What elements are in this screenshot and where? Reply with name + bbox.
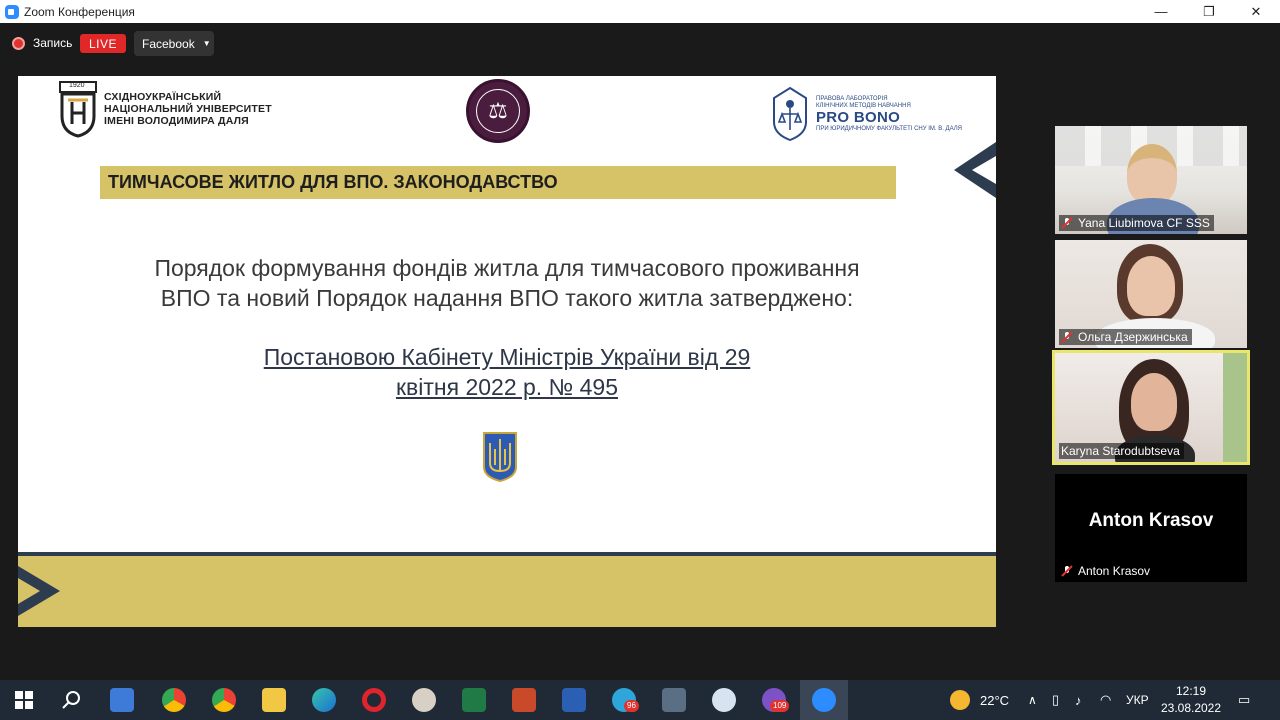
participant-tile-active-speaker[interactable]: Karyna Starodubtseva bbox=[1052, 350, 1250, 465]
themis-icon bbox=[773, 86, 807, 142]
record-label: Запись bbox=[33, 36, 73, 50]
windows-taskbar: 96 109 22°C ∧ ▯ ♪ ◠ УКР 12:19 23.08.2022… bbox=[0, 680, 1280, 720]
participant-name: Anton Krasov bbox=[1078, 564, 1151, 578]
university-year: 1920 bbox=[69, 82, 85, 89]
record-icon bbox=[12, 36, 25, 50]
window-title: Zoom Конференция bbox=[24, 4, 135, 19]
clock-date: 23.08.2022 bbox=[1160, 701, 1222, 715]
university-line-1: СХІДНОУКРАЇНСЬКИЙ bbox=[104, 91, 222, 103]
probono-logo: Правова лабораторія клінічних методів на… bbox=[770, 86, 962, 142]
participant-tile-video-off[interactable]: Anton Krasov Anton Krasov bbox=[1055, 474, 1247, 582]
coat-of-arms-icon bbox=[483, 432, 517, 483]
chrome-icon[interactable] bbox=[162, 688, 186, 712]
weather-temp: 22°C bbox=[980, 692, 1010, 708]
window-titlebar: Zoom Конференция — ❐ ✕ bbox=[0, 0, 1280, 23]
weather-widget[interactable]: 22°C bbox=[950, 680, 1009, 720]
footer-band bbox=[18, 556, 996, 627]
minimize-button[interactable]: — bbox=[1138, 0, 1184, 23]
mic-muted-icon bbox=[1061, 331, 1073, 343]
tray-overflow-icon[interactable]: ∧ bbox=[1028, 680, 1037, 720]
shared-screen-slide: 1920 СХІДНОУКРАЇНСЬКИЙ НАЦІОНАЛЬНИЙ УНІВ… bbox=[18, 76, 996, 627]
chrome-profile-icon[interactable] bbox=[212, 688, 236, 712]
word-icon[interactable] bbox=[562, 688, 586, 712]
viber-badge: 109 bbox=[770, 700, 790, 712]
store-icon[interactable] bbox=[110, 688, 134, 712]
scales-icon: ⚖ bbox=[476, 89, 520, 133]
participant-name-tag: Ольга Дзержинська bbox=[1059, 329, 1192, 345]
resolution-link[interactable]: Постановою Кабінету Міністрів України ві… bbox=[78, 342, 936, 402]
link-line-1: Постановою Кабінету Міністрів України ві… bbox=[263, 344, 751, 370]
probono-title: PRO BONO bbox=[816, 108, 901, 126]
clock-time: 12:19 bbox=[1175, 684, 1207, 698]
meeting-topbar: Запись LIVE Facebook ▼ bbox=[0, 23, 1280, 63]
weather-sun-icon bbox=[950, 690, 970, 710]
caret-down-icon: ▼ bbox=[202, 39, 211, 48]
volume-icon[interactable]: ♪ bbox=[1075, 680, 1082, 720]
zoom-app-icon bbox=[5, 4, 19, 19]
mic-muted-icon bbox=[1061, 217, 1073, 229]
calculator-icon[interactable] bbox=[662, 688, 686, 712]
participant-name-tag: Anton Krasov bbox=[1059, 563, 1154, 579]
restore-button[interactable]: ❐ bbox=[1186, 0, 1232, 23]
opera-icon[interactable] bbox=[362, 688, 386, 712]
participant-name: Yana Liubimova CF SSS bbox=[1078, 216, 1210, 230]
close-button[interactable]: ✕ bbox=[1233, 0, 1279, 23]
excel-icon[interactable] bbox=[462, 688, 486, 712]
probono-line-1: Правова лабораторія bbox=[816, 95, 888, 102]
zoom-icon[interactable] bbox=[812, 688, 836, 712]
cloud-app-icon[interactable] bbox=[712, 688, 736, 712]
participant-name-tag: Karyna Starodubtseva bbox=[1059, 443, 1184, 459]
link-line-2: квітня 2022 р. № 495 bbox=[395, 374, 619, 400]
recording-indicator[interactable]: Запись bbox=[12, 36, 72, 50]
stream-target-dropdown[interactable]: Facebook ▼ bbox=[134, 31, 214, 56]
university-line-2: НАЦІОНАЛЬНИЙ УНІВЕРСИТЕТ bbox=[104, 103, 272, 115]
paragraph-line-1: Порядок формування фондів житла для тимч… bbox=[154, 255, 860, 281]
faculty-seal-logo: ⚖ bbox=[466, 79, 530, 143]
probono-subtitle: при юридичному факультеті СНУ ім. В. Дал… bbox=[816, 125, 963, 132]
slide-paragraph: Порядок формування фондів житла для тимч… bbox=[78, 253, 936, 313]
participant-display-name: Anton Krasov bbox=[1088, 510, 1214, 531]
search-icon[interactable] bbox=[60, 688, 84, 712]
powerpoint-icon[interactable] bbox=[512, 688, 536, 712]
slide-banner-title: ТИМЧАСОВЕ ЖИТЛО ДЛЯ ВПО. ЗАКОНОДАВСТВО bbox=[100, 166, 896, 199]
telegram-badge: 96 bbox=[624, 700, 639, 712]
paint-icon[interactable] bbox=[412, 688, 436, 712]
university-line-3: ІМЕНІ ВОЛОДИМИРА ДАЛЯ bbox=[104, 115, 249, 127]
mic-muted-icon bbox=[1061, 565, 1073, 577]
participant-name: Karyna Starodubtseva bbox=[1061, 444, 1180, 458]
chevron-left-decor-icon bbox=[954, 142, 996, 198]
battery-icon[interactable]: ▯ bbox=[1052, 680, 1059, 720]
chevron-right-decor-icon bbox=[18, 566, 60, 616]
edge-icon[interactable] bbox=[312, 688, 336, 712]
university-logo: 1920 СХІДНОУКРАЇНСЬКИЙ НАЦІОНАЛЬНИЙ УНІВ… bbox=[58, 80, 272, 138]
participant-name-tag: Yana Liubimova CF SSS bbox=[1059, 215, 1214, 231]
system-clock[interactable]: 12:19 23.08.2022 bbox=[1160, 683, 1222, 717]
probono-text: Правова лабораторія клінічних методів на… bbox=[816, 96, 962, 133]
live-badge[interactable]: LIVE bbox=[80, 34, 126, 53]
wifi-icon[interactable]: ◠ bbox=[1100, 680, 1111, 720]
start-icon[interactable] bbox=[12, 688, 36, 712]
file-explorer-icon[interactable] bbox=[262, 688, 286, 712]
participant-tile[interactable]: Ольга Дзержинська bbox=[1055, 240, 1247, 348]
university-name: СХІДНОУКРАЇНСЬКИЙ НАЦІОНАЛЬНИЙ УНІВЕРСИТ… bbox=[104, 91, 272, 127]
paragraph-line-2: ВПО та новий Порядок надання ВПО такого … bbox=[160, 285, 854, 311]
language-indicator[interactable]: УКР bbox=[1126, 680, 1149, 720]
participant-name: Ольга Дзержинська bbox=[1078, 330, 1188, 344]
notifications-icon[interactable]: ▭ bbox=[1238, 680, 1250, 720]
participant-tile[interactable]: Yana Liubimova CF SSS bbox=[1055, 126, 1247, 234]
stream-target-label: Facebook bbox=[142, 36, 195, 51]
